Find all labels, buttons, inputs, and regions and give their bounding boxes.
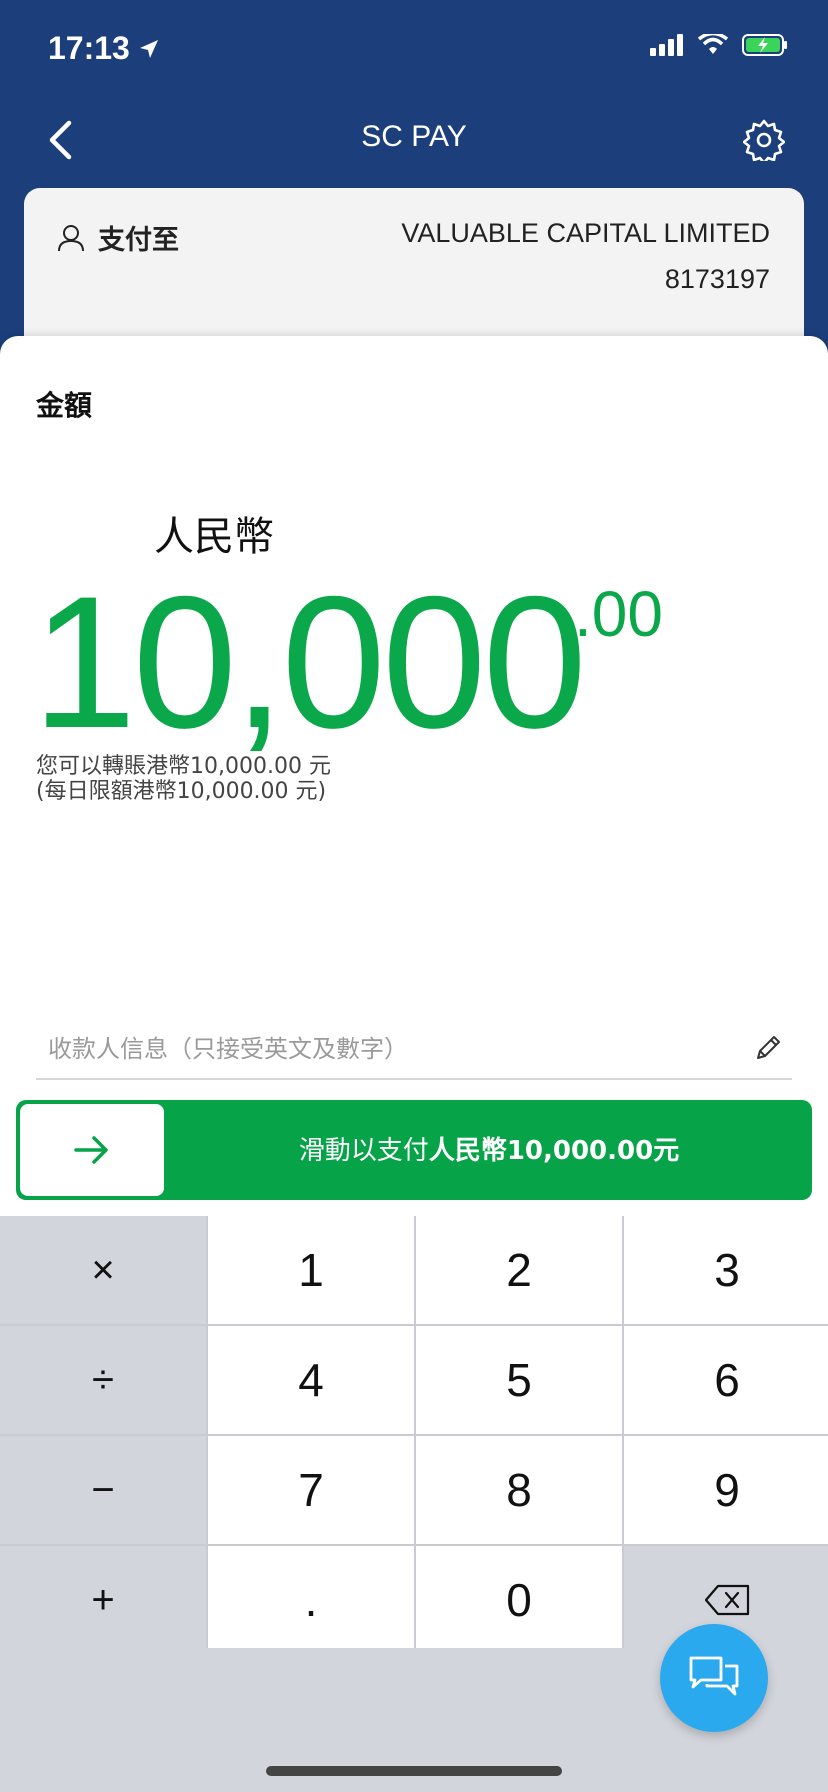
- amount-value[interactable]: 10,000: [32, 568, 587, 756]
- key-2[interactable]: 2: [416, 1216, 622, 1324]
- key-5[interactable]: 5: [416, 1326, 622, 1434]
- key-9[interactable]: 9: [624, 1436, 828, 1544]
- key-3[interactable]: 3: [624, 1216, 828, 1324]
- slide-label-prefix: 滑動以支付: [298, 1136, 429, 1166]
- payee-id: 8173197: [664, 264, 770, 294]
- currency-label: 人民幣: [154, 514, 274, 560]
- key-0[interactable]: 0: [416, 1546, 622, 1654]
- page-title: SC PAY: [361, 120, 467, 153]
- key-7[interactable]: 7: [208, 1436, 414, 1544]
- key-4[interactable]: 4: [208, 1326, 414, 1434]
- status-time: 17:13: [48, 30, 130, 66]
- battery-charging-icon: [742, 34, 787, 56]
- keypad: × 1 2 3 ÷ 4 5 6 − 7 8 9 + . 0: [0, 1216, 828, 1654]
- payee-label-text: 支付至: [98, 225, 179, 256]
- key-dot[interactable]: .: [208, 1546, 414, 1654]
- key-1[interactable]: 1: [208, 1216, 414, 1324]
- key-minus[interactable]: −: [0, 1436, 206, 1544]
- key-6[interactable]: 6: [624, 1326, 828, 1434]
- location-arrow-icon: [140, 40, 158, 58]
- amount-sheet: 金額 人民幣 10,000 .00 您可以轉賬港幣10,000.00 元 (每日…: [0, 336, 828, 1216]
- amount-cents: .00: [574, 578, 663, 650]
- pencil-icon[interactable]: [752, 1032, 784, 1064]
- limit-line-2: (每日限額港幣10,000.00 元): [36, 779, 327, 805]
- memo-field[interactable]: [36, 1024, 792, 1080]
- home-indicator: [266, 1766, 562, 1776]
- gear-icon: [743, 119, 785, 161]
- slide-to-pay-bar[interactable]: 滑動以支付人民幣10,000.00元: [16, 1100, 812, 1200]
- amount-label: 金額: [36, 389, 93, 422]
- payee-card: 支付至 VALUABLE CAPITAL LIMITED 8173197: [24, 188, 804, 348]
- status-bar: 17:13: [0, 0, 828, 100]
- memo-input[interactable]: [48, 1024, 728, 1074]
- status-icons: [650, 34, 788, 56]
- user-icon: [58, 224, 84, 251]
- wifi-icon: [698, 34, 728, 54]
- transfer-limit-text: 您可以轉賬港幣10,000.00 元 (每日限額港幣10,000.00 元): [36, 754, 331, 805]
- slide-handle[interactable]: [20, 1104, 164, 1196]
- chat-bubbles-icon: [689, 1656, 739, 1696]
- key-multiply[interactable]: ×: [0, 1216, 206, 1324]
- arrow-right-icon: [74, 1136, 108, 1164]
- key-plus[interactable]: +: [0, 1546, 206, 1654]
- backspace-icon: [704, 1584, 750, 1616]
- payee-label: 支付至: [56, 218, 179, 257]
- key-8[interactable]: 8: [416, 1436, 622, 1544]
- slide-label: 滑動以支付人民幣10,000.00元: [166, 1130, 812, 1167]
- key-divide[interactable]: ÷: [0, 1326, 206, 1434]
- chat-button[interactable]: [660, 1624, 768, 1732]
- cellular-signal-icon: [650, 34, 683, 56]
- nav-bar: SC PAY: [0, 100, 828, 190]
- payee-name: VALUABLE CAPITAL LIMITED: [401, 218, 770, 248]
- settings-button[interactable]: [730, 106, 798, 174]
- limit-line-1: 您可以轉賬港幣10,000.00 元: [36, 754, 331, 779]
- slide-label-amount: 人民幣10,000.00元: [428, 1136, 680, 1166]
